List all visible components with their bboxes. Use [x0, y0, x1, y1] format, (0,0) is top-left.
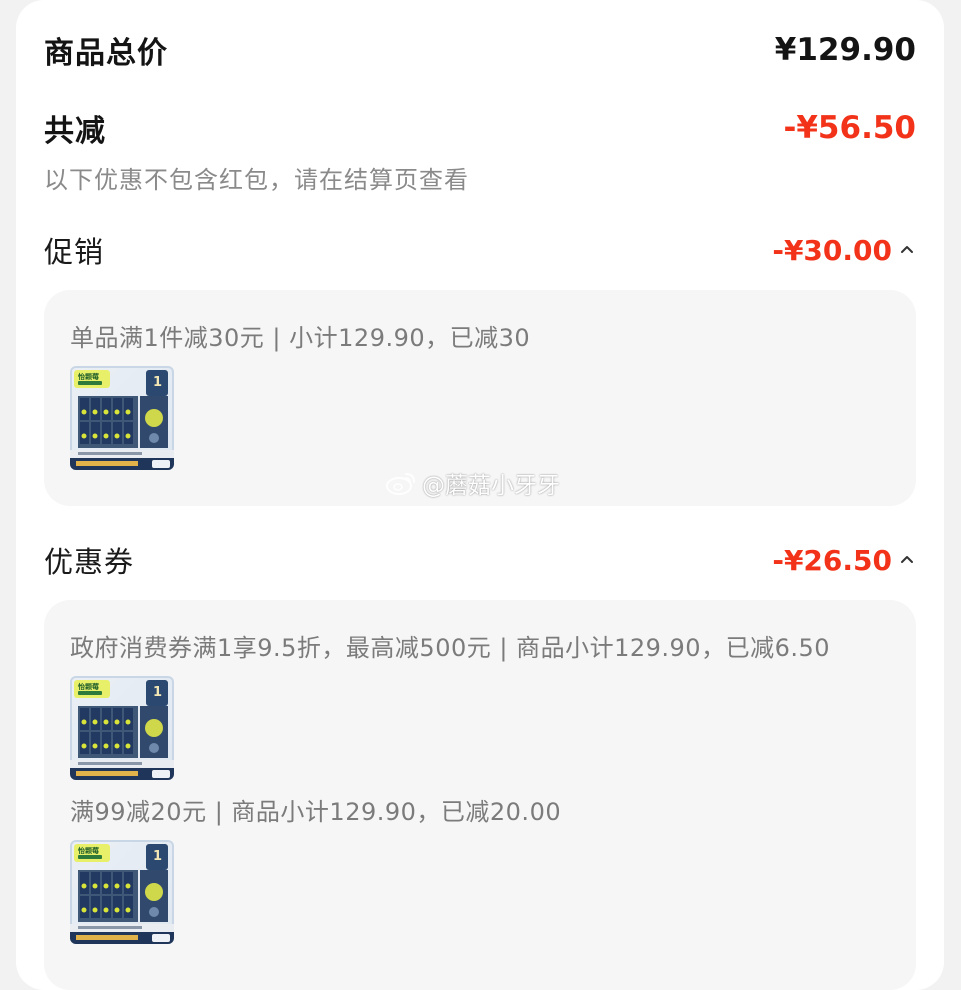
total-price-amount: ¥129.90 — [774, 32, 916, 68]
watermark-text: @蘑菇小牙牙 — [422, 473, 560, 499]
product-image-icon — [70, 366, 174, 470]
coupon-amount-wrap: -¥26.50 — [772, 544, 916, 577]
total-price-label: 商品总价 — [44, 36, 168, 71]
coupon-rule-text: 满99减20元 | 商品小计129.90，已减20.00 — [70, 798, 562, 826]
promotion-amount-wrap: -¥30.00 — [772, 234, 916, 267]
promotion-amount: -¥30.00 — [772, 233, 892, 267]
watermark: @蘑菇小牙牙 — [384, 466, 560, 500]
redpacket-note: 以下优惠不包含红包，请在结算页查看 — [44, 166, 469, 194]
product-thumbnail[interactable] — [70, 366, 174, 470]
coupon-rule-text: 政府消费券满1享9.5折，最高减500元 | 商品小计129.90，已减6.50 — [70, 634, 831, 662]
coupon-section-header[interactable]: 优惠券 -¥26.50 — [44, 538, 916, 582]
chevron-up-icon[interactable] — [898, 551, 916, 569]
promotion-label: 促销 — [44, 235, 105, 269]
weibo-icon — [386, 473, 415, 495]
chevron-up-icon[interactable] — [898, 241, 916, 259]
coupon-amount: -¥26.50 — [772, 543, 892, 577]
total-reduction-row: 共减 -¥56.50 — [44, 106, 916, 150]
promotion-section-header[interactable]: 促销 -¥30.00 — [44, 228, 916, 272]
product-image-icon — [70, 840, 174, 944]
coupon-label: 优惠券 — [44, 545, 135, 579]
product-image-icon — [70, 676, 174, 780]
promotion-rule-text: 单品满1件减30元 | 小计129.90，已减30 — [70, 324, 531, 352]
coupon-panel: 政府消费券满1享9.5折，最高减500元 | 商品小计129.90，已减6.50… — [44, 600, 916, 990]
total-reduction-label: 共减 — [44, 114, 106, 149]
total-reduction-amount: -¥56.50 — [783, 110, 917, 146]
product-thumbnail[interactable] — [70, 840, 174, 944]
total-price-row: 商品总价 ¥129.90 — [44, 28, 916, 72]
product-thumbnail[interactable] — [70, 676, 174, 780]
